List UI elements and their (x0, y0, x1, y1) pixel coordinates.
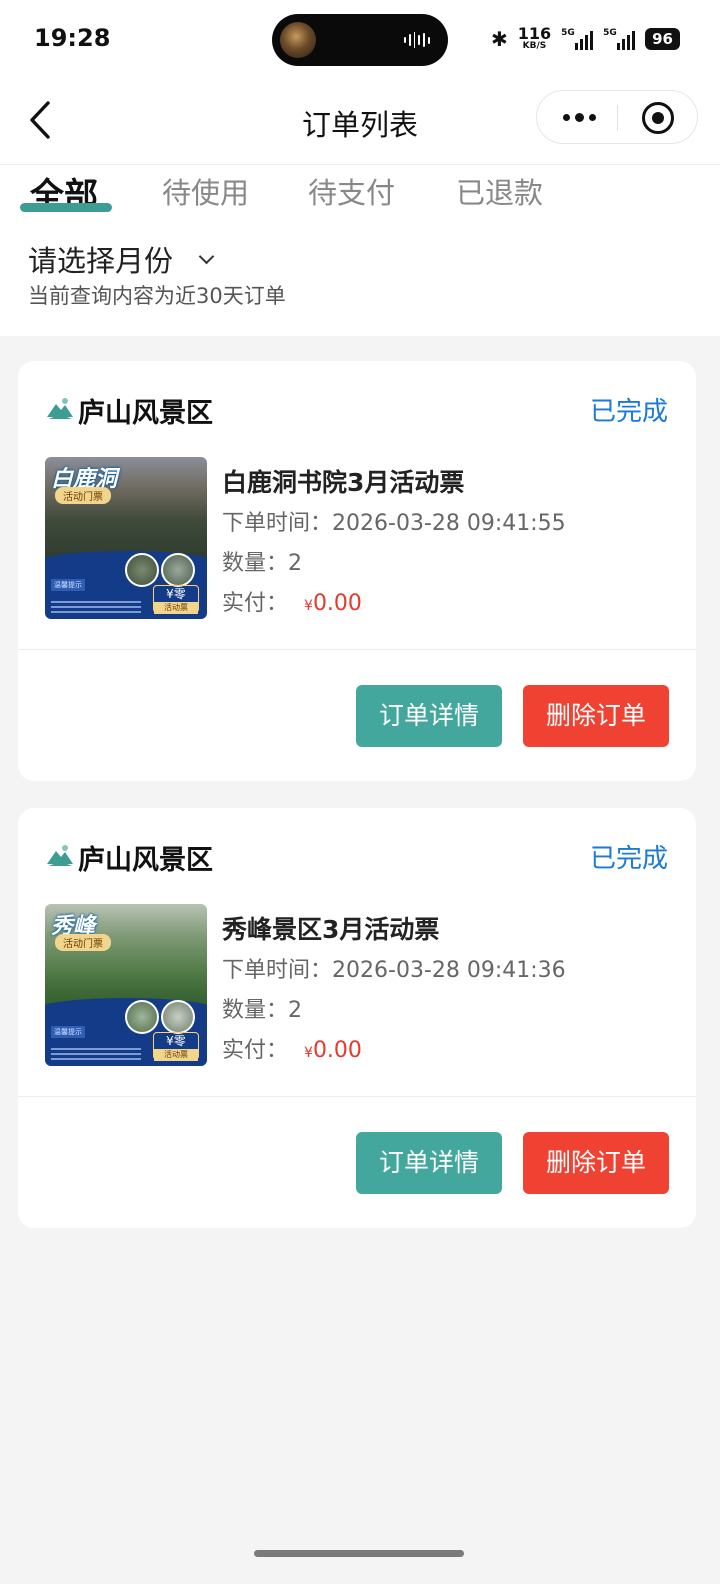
target-icon[interactable] (642, 102, 674, 134)
mountain-icon (47, 398, 73, 419)
scenic-name: 庐山风景区 (78, 845, 213, 876)
image-price: ¥零 活动票 (153, 1032, 199, 1061)
paid-amount: 实付： ¥0.00 (222, 591, 362, 616)
status-badge: 已完成 (589, 397, 668, 427)
delete-order-button[interactable]: 删除订单 (523, 685, 669, 747)
ticket-title: 白鹿洞书院3月活动票 (222, 468, 465, 497)
chevron-down-icon (198, 248, 215, 264)
image-circle (125, 1000, 159, 1034)
image-circle (161, 553, 195, 587)
order-detail-button[interactable]: 订单详情 (356, 685, 502, 747)
tab-to-pay[interactable]: 待支付 (308, 170, 395, 212)
image-lines (51, 598, 141, 613)
delete-order-button[interactable]: 删除订单 (523, 1132, 669, 1194)
status-time: 19:28 (34, 24, 111, 52)
order-card: 庐山风景区 已完成 秀峰 活动门票 温馨提示 ¥零 活动票 秀峰景区3月活动票 … (18, 808, 696, 1228)
status-badge: 已完成 (589, 844, 668, 874)
image-notice: 温馨提示 (51, 579, 85, 591)
bluetooth-icon: ✱ (490, 26, 508, 51)
net-speed: 116 KB/S (517, 24, 552, 51)
tab-indicator (20, 203, 112, 212)
order-card: 庐山风景区 已完成 白鹿洞 活动门票 温馨提示 ¥零 活动票 白鹿洞书院3月活动… (18, 361, 696, 781)
mountain-icon (47, 845, 73, 866)
battery-icon: 96 (645, 27, 680, 50)
signal-icon: 5G (603, 28, 636, 50)
month-selector[interactable]: 请选择月份 (28, 238, 215, 280)
dynamic-island[interactable] (272, 14, 448, 66)
image-circle (161, 1000, 195, 1034)
divider (18, 649, 696, 650)
media-thumbnail (280, 22, 316, 58)
more-icon[interactable] (559, 104, 599, 130)
scenic-name: 庐山风景区 (78, 398, 213, 429)
ticket-image[interactable]: 秀峰 活动门票 温馨提示 ¥零 活动票 (45, 904, 207, 1066)
image-circle (125, 553, 159, 587)
ticket-title: 秀峰景区3月活动票 (222, 915, 440, 944)
image-tag: 活动门票 (55, 934, 111, 951)
month-label: 请选择月份 (28, 244, 174, 278)
divider (0, 164, 720, 165)
paid-amount: 实付： ¥0.00 (222, 1038, 362, 1063)
image-lines (51, 1045, 141, 1060)
tab-to-use[interactable]: 待使用 (162, 170, 249, 212)
status-icons: ✱ 116 KB/S 5G 5G 96 (491, 26, 680, 51)
quantity: 数量：2 (222, 551, 303, 576)
mini-program-capsule (536, 90, 698, 144)
tab-bar: 全部 待使用 待支付 已退款 (0, 170, 720, 220)
signal-icon: 5G (561, 28, 594, 50)
home-indicator[interactable] (254, 1550, 464, 1557)
image-tag: 活动门票 (55, 487, 111, 504)
divider (18, 1096, 696, 1097)
ticket-image[interactable]: 白鹿洞 活动门票 温馨提示 ¥零 活动票 (45, 457, 207, 619)
tab-refunded[interactable]: 已退款 (456, 170, 543, 212)
image-price: ¥零 活动票 (153, 585, 199, 614)
image-notice: 温馨提示 (51, 1026, 85, 1038)
capsule-divider (617, 105, 618, 131)
order-time: 下单时间：2026-03-28 09:41:36 (222, 958, 566, 983)
order-detail-button[interactable]: 订单详情 (356, 1132, 502, 1194)
order-time: 下单时间：2026-03-28 09:41:55 (222, 511, 566, 536)
query-hint: 当前查询内容为近30天订单 (28, 284, 286, 308)
quantity: 数量：2 (222, 998, 303, 1023)
audio-wave-icon (404, 32, 430, 48)
